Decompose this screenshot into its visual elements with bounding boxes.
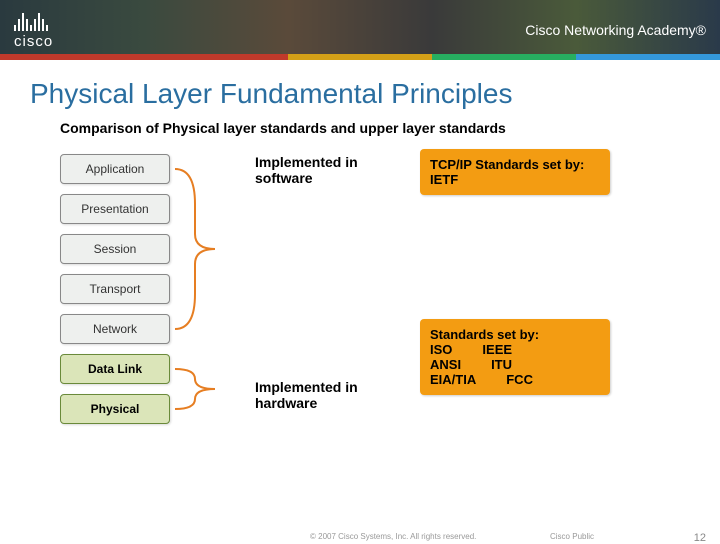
- layer-application: Application: [60, 154, 170, 184]
- std-itu: ITU: [491, 357, 512, 372]
- banner: cisco Cisco Networking Academy®: [0, 0, 720, 60]
- layer-network: Network: [60, 314, 170, 344]
- layer-presentation: Presentation: [60, 194, 170, 224]
- stds-title: Standards set by:: [430, 327, 600, 342]
- cisco-logo-bars: [14, 11, 48, 31]
- label-hardware: Implemented in hardware: [255, 379, 375, 411]
- std-ieee: IEEE: [482, 342, 512, 357]
- std-ansi: ANSI: [430, 357, 461, 372]
- diagram: Application Presentation Session Transpo…: [60, 154, 720, 484]
- layer-session: Session: [60, 234, 170, 264]
- cisco-logo: cisco: [0, 11, 53, 50]
- bracket-icon: [170, 154, 260, 484]
- footer-page-number: 12: [694, 532, 706, 544]
- std-eiatia: EIA/TIA: [430, 372, 476, 387]
- subtitle: Comparison of Physical layer standards a…: [0, 120, 720, 136]
- cisco-logo-text: cisco: [14, 33, 53, 50]
- academy-label: Cisco Networking Academy®: [525, 22, 706, 38]
- std-fcc: FCC: [506, 372, 533, 387]
- std-iso: ISO: [430, 342, 452, 357]
- box-tcpip: TCP/IP Standards set by: IETF: [420, 149, 610, 195]
- box-standards: Standards set by: ISO IEEE ANSI ITU EIA/…: [420, 319, 610, 395]
- layer-transport: Transport: [60, 274, 170, 304]
- tcpip-title: TCP/IP Standards set by:: [430, 157, 600, 172]
- layer-datalink: Data Link: [60, 354, 170, 384]
- label-software: Implemented in software: [255, 154, 375, 186]
- tcpip-body: IETF: [430, 172, 600, 187]
- layer-physical: Physical: [60, 394, 170, 424]
- page-title: Physical Layer Fundamental Principles: [0, 60, 720, 120]
